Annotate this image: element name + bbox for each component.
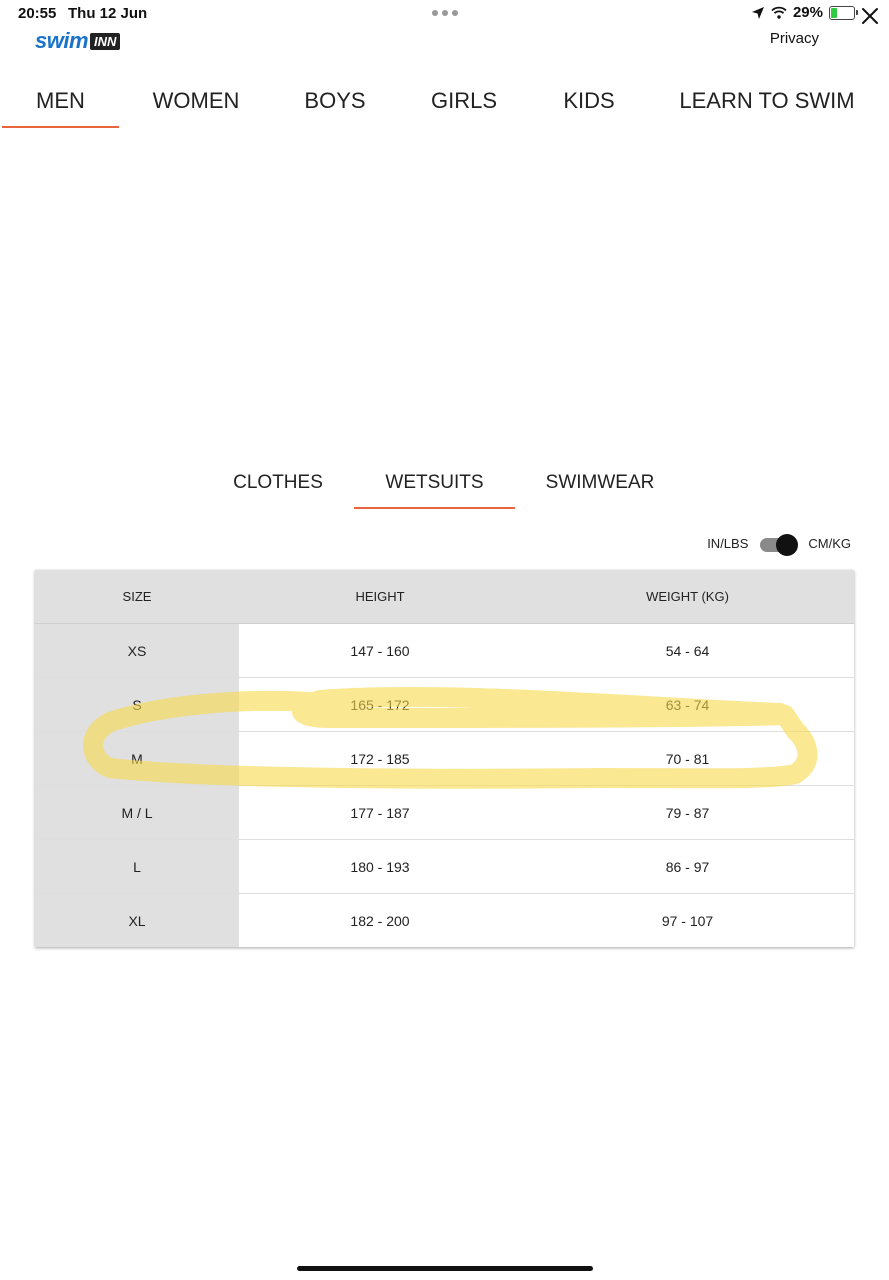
unit-label-imperial[interactable]: IN/LBS <box>707 536 748 551</box>
size-chart: SIZE HEIGHT WEIGHT (KG) XS 147 - 160 54 … <box>35 570 854 947</box>
tab-learn-to-swim[interactable]: LEARN TO SWIM <box>668 72 866 128</box>
weight-cell: 70 - 81 <box>521 731 854 786</box>
tab-boys[interactable]: BOYS <box>290 72 380 128</box>
location-arrow-icon <box>751 6 764 19</box>
column-header-size: SIZE <box>35 570 239 624</box>
table-row: L 180 - 193 86 - 97 <box>35 839 854 894</box>
weight-cell: 63 - 74 <box>521 677 854 732</box>
weight-cell: 86 - 97 <box>521 839 854 894</box>
size-cell: L <box>35 839 239 894</box>
status-indicators: 29% <box>751 4 858 21</box>
unit-switch[interactable] <box>760 534 799 556</box>
multitasking-dots-icon[interactable] <box>432 10 458 16</box>
tab-men[interactable]: MEN <box>2 72 119 128</box>
table-row: S 165 - 172 63 - 74 <box>35 677 854 732</box>
size-cell: XS <box>35 623 239 678</box>
size-table: SIZE HEIGHT WEIGHT (KG) XS 147 - 160 54 … <box>35 570 854 947</box>
switch-knob <box>776 534 799 556</box>
height-cell: 165 - 172 <box>239 677 521 732</box>
swiminn-logo[interactable]: swim INN <box>35 28 121 54</box>
logo-text-swim: swim <box>35 28 89 53</box>
tab-clothes[interactable]: CLOTHES <box>222 455 334 509</box>
wifi-icon <box>771 6 787 19</box>
battery-charging-icon <box>829 5 858 20</box>
logo-text-inn: INN <box>90 32 121 50</box>
table-header-row: SIZE HEIGHT WEIGHT (KG) <box>35 570 854 624</box>
height-cell: 177 - 187 <box>239 785 521 840</box>
status-time: 20:55 <box>18 5 57 22</box>
size-cell: M <box>35 731 239 786</box>
home-indicator[interactable] <box>297 1266 593 1271</box>
size-cell: S <box>35 677 239 732</box>
unit-label-metric[interactable]: CM/KG <box>808 536 851 551</box>
column-header-weight: WEIGHT (KG) <box>521 570 854 624</box>
height-cell: 182 - 200 <box>239 893 521 947</box>
status-bar: 20:55 Thu 12 Jun 29% <box>0 0 889 28</box>
column-header-height: HEIGHT <box>239 570 521 624</box>
privacy-link[interactable]: Privacy <box>770 30 819 47</box>
weight-cell: 54 - 64 <box>521 623 854 678</box>
table-row: XS 147 - 160 54 - 64 <box>35 623 854 678</box>
unit-toggle: IN/LBS CM/KG <box>707 534 851 556</box>
main-category-tabs: MEN WOMEN BOYS GIRLS KIDS LEARN TO SWIM <box>0 72 889 128</box>
height-cell: 172 - 185 <box>239 731 521 786</box>
size-cell: XL <box>35 893 239 947</box>
table-row: XL 182 - 200 97 - 107 <box>35 893 854 947</box>
product-type-tabs: CLOTHES WETSUITS SWIMWEAR <box>0 455 889 509</box>
table-row: M 172 - 185 70 - 81 <box>35 731 854 786</box>
close-icon[interactable] <box>859 5 881 27</box>
tab-kids[interactable]: KIDS <box>548 72 630 128</box>
tab-wetsuits[interactable]: WETSUITS <box>354 455 515 509</box>
tab-women[interactable]: WOMEN <box>140 72 252 128</box>
weight-cell: 79 - 87 <box>521 785 854 840</box>
table-row: M / L 177 - 187 79 - 87 <box>35 785 854 840</box>
weight-cell: 97 - 107 <box>521 893 854 947</box>
height-cell: 180 - 193 <box>239 839 521 894</box>
tab-girls[interactable]: GIRLS <box>418 72 510 128</box>
tab-swimwear[interactable]: SWIMWEAR <box>535 455 665 509</box>
battery-percent: 29% <box>792 4 823 21</box>
size-cell: M / L <box>35 785 239 840</box>
height-cell: 147 - 160 <box>239 623 521 678</box>
status-date: Thu 12 Jun <box>68 5 148 22</box>
